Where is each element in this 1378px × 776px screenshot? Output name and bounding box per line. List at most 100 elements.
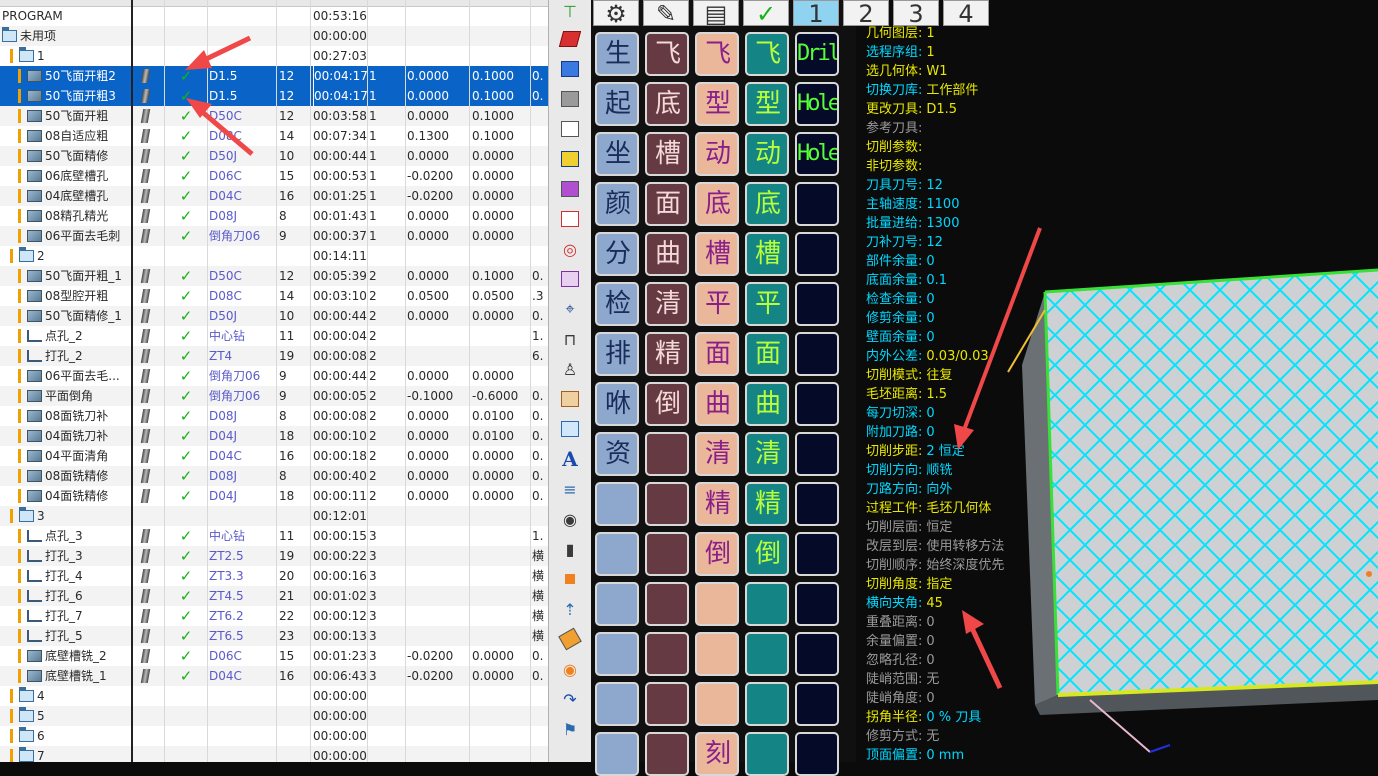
operation-name-cell[interactable]: 04面铣精修 xyxy=(0,486,150,506)
parameter-line[interactable]: 壁面余量: 0 xyxy=(866,328,935,347)
grid-button[interactable] xyxy=(595,482,639,526)
operation-name-cell[interactable]: 06平面去毛... xyxy=(0,366,150,386)
tab-8[interactable]: 4 xyxy=(943,0,989,27)
parameter-line[interactable]: 选程序组: 1 xyxy=(866,43,935,62)
table-row[interactable]: 1 00:27:03 xyxy=(0,46,548,66)
parameter-line[interactable]: 拐角半径: 0 % 刀具 xyxy=(866,708,981,727)
operation-name-cell[interactable]: 5 xyxy=(0,706,142,726)
table-row[interactable]: 5 00:00:00 xyxy=(0,706,548,726)
table-row[interactable]: 2 00:14:11 xyxy=(0,246,548,266)
table-row[interactable]: PROGRAM 00:53:16 xyxy=(0,6,548,26)
table-row[interactable]: 6 00:00:00 xyxy=(0,726,548,746)
orange-box-icon[interactable] xyxy=(558,388,582,410)
table-row[interactable]: 06底壁槽孔 ✓ D06C 15 00:00:53 1 -0.0200 0.0000 xyxy=(0,166,548,186)
table-row[interactable]: 平面倒角 ✓ 倒角刀06 9 00:00:05 2 -0.1000 -0.6000 0. xyxy=(0,386,548,406)
grid-button[interactable]: 底壁 xyxy=(645,82,689,126)
operation-name-cell[interactable]: 1 xyxy=(0,46,142,66)
grid-button[interactable]: 曲面 xyxy=(695,382,739,426)
gate-icon[interactable]: ⊓ xyxy=(558,328,582,350)
tab-2[interactable]: ✎ xyxy=(643,0,689,27)
screen-icon[interactable] xyxy=(558,418,582,440)
grid-button[interactable] xyxy=(795,232,839,276)
operation-name-cell[interactable]: 点孔_3 xyxy=(0,526,150,546)
table-row[interactable]: 50飞面开粗 ✓ D50C 12 00:03:58 1 0.0000 0.1000 xyxy=(0,106,548,126)
blue-cube-icon[interactable] xyxy=(558,58,582,80)
grid-button[interactable] xyxy=(745,732,789,776)
parameter-line[interactable]: 底面余量: 0.1 xyxy=(866,271,947,290)
grid-button[interactable]: 飞面 xyxy=(695,32,739,76)
table-row[interactable]: 08型腔开粗 ✓ D08C 14 00:03:10 2 0.0500 0.0500 .3 xyxy=(0,286,548,306)
table-row[interactable]: 50飞面开粗_1 ✓ D50C 12 00:05:39 2 0.0000 0.1000 0. xyxy=(0,266,548,286)
grid-button[interactable] xyxy=(795,532,839,576)
grid-button[interactable]: 坐标 xyxy=(595,132,639,176)
operation-name-cell[interactable]: 08面铣精修 xyxy=(0,466,150,486)
table-row[interactable]: 7 00:00:00 xyxy=(0,746,548,762)
operation-name-cell[interactable]: 08精孔精光 xyxy=(0,206,150,226)
parameter-line[interactable]: 陡峭角度: 0 xyxy=(866,689,935,708)
operation-name-cell[interactable]: 06平面去毛刺 xyxy=(0,226,150,246)
tab-5[interactable]: 1 xyxy=(793,0,839,27)
table-row[interactable]: 06平面去毛... ✓ 倒角刀06 9 00:00:44 2 0.0000 0.0000 xyxy=(0,366,548,386)
operation-name-cell[interactable]: 04底壁槽孔 xyxy=(0,186,150,206)
parameter-line[interactable]: 切削顺序: 始终深度优先 xyxy=(866,556,1004,575)
tab-3[interactable]: ▤ xyxy=(693,0,739,27)
grid-button[interactable]: 槽孔 xyxy=(695,232,739,276)
grid-button[interactable]: 型腔 xyxy=(745,82,789,126)
layer-box-icon[interactable] xyxy=(558,268,582,290)
parameter-line[interactable]: 切削参数: xyxy=(866,138,926,157)
grid-button[interactable]: 精孔 xyxy=(695,482,739,526)
grid-button[interactable]: 清角 xyxy=(645,282,689,326)
grid-button[interactable] xyxy=(595,632,639,676)
table-row[interactable]: 打孔_4 ✓ ZT3.3 20 00:00:16 3 横 xyxy=(0,566,548,586)
table-row[interactable]: 08面铣刀补 ✓ D08J 8 00:00:08 2 0.0000 0.0100 0. xyxy=(0,406,548,426)
table-row[interactable]: 04面铣精修 ✓ D04J 18 00:00:11 2 0.0000 0.0000 0. xyxy=(0,486,548,506)
table-row[interactable]: 底壁槽铣_1 ✓ D04C 16 00:06:43 3 -0.0200 0.0000 0. xyxy=(0,666,548,686)
parameter-line[interactable]: 切削方向: 顺铣 xyxy=(866,461,952,480)
table-row[interactable]: 打孔_3 ✓ ZT2.5 19 00:00:22 3 横 xyxy=(0,546,548,566)
grid-button[interactable] xyxy=(645,482,689,526)
grid-button[interactable] xyxy=(795,182,839,226)
grid-button[interactable] xyxy=(595,682,639,726)
parameter-line[interactable]: 改层到层: 使用转移方法 xyxy=(866,537,1004,556)
grid-button[interactable] xyxy=(645,582,689,626)
grid-button[interactable] xyxy=(695,582,739,626)
operation-name-cell[interactable]: 打孔_3 xyxy=(0,546,150,566)
grid-button[interactable]: 动态 xyxy=(695,132,739,176)
grid-button[interactable]: 槽孔 xyxy=(745,232,789,276)
operation-name-cell[interactable]: 50飞面开粗2 xyxy=(0,66,150,86)
grid-button[interactable]: 倒角 xyxy=(745,532,789,576)
tab-7[interactable]: 3 xyxy=(893,0,939,27)
grid-button[interactable] xyxy=(795,582,839,626)
tab-4[interactable]: ✓ xyxy=(743,0,789,27)
parameter-line[interactable]: 附加刀路: 0 xyxy=(866,423,935,442)
grid-button[interactable]: 平面 xyxy=(745,282,789,326)
grid-button[interactable]: 资料 xyxy=(595,432,639,476)
parameter-line[interactable]: 修剪余量: 0 xyxy=(866,309,935,328)
parameter-line[interactable]: 顶面偏置: 0 mm xyxy=(866,746,964,765)
parameter-line[interactable]: 主轴速度: 1100 xyxy=(866,195,959,214)
grid-button[interactable] xyxy=(645,732,689,776)
table-row[interactable]: 50飞面开粗3 ✓ D1.5 12 00:04:17 1 0.0000 0.1000 0. xyxy=(0,86,548,106)
grid-button[interactable] xyxy=(795,632,839,676)
operation-name-cell[interactable]: 打孔_7 xyxy=(0,606,150,626)
parameter-line[interactable]: 陡峭范围: 无 xyxy=(866,670,939,689)
grid-button[interactable] xyxy=(745,582,789,626)
tab-1[interactable]: ⚙ xyxy=(593,0,639,27)
lines-icon[interactable]: ≡ xyxy=(558,478,582,500)
parameter-line[interactable]: 刀具刀号: 12 xyxy=(866,176,943,195)
tab-6[interactable]: 2 xyxy=(843,0,889,27)
operation-name-cell[interactable]: 04平面清角 xyxy=(0,446,150,466)
grid-button[interactable]: 面铣 xyxy=(695,332,739,376)
operation-name-cell[interactable]: 底壁槽铣_2 xyxy=(0,646,150,666)
parameter-line[interactable]: 切削层面: 恒定 xyxy=(866,518,952,537)
grid-button[interactable]: 型腔 xyxy=(695,82,739,126)
operation-name-cell[interactable]: 6 xyxy=(0,726,142,746)
grid-button[interactable]: 飞面 xyxy=(645,32,689,76)
grid-button[interactable]: 精孔 xyxy=(745,482,789,526)
grid-button[interactable] xyxy=(695,682,739,726)
3d-viewport[interactable] xyxy=(1000,200,1378,762)
ring-icon[interactable]: ◎ xyxy=(558,238,582,260)
table-row[interactable]: 未用项 00:00:00 xyxy=(0,26,548,46)
operation-name-cell[interactable]: 打孔_2 xyxy=(0,346,150,366)
parameter-line[interactable]: 过程工件: 毛坯几何体 xyxy=(866,499,991,518)
